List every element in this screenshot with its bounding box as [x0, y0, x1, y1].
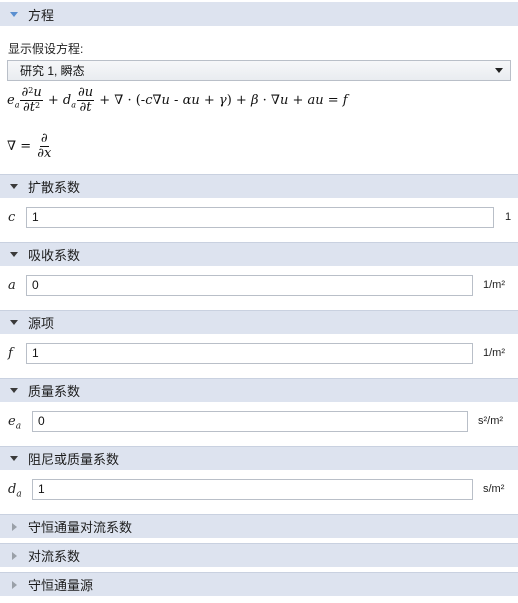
expand-arrow-icon: [0, 522, 28, 531]
mass-section-header[interactable]: 质量系数: [0, 378, 518, 402]
collapse-arrow-icon: [0, 184, 28, 189]
diffusion-section-header[interactable]: 扩散系数: [0, 174, 518, 198]
equation-section-header[interactable]: 方程: [0, 2, 518, 26]
damping-section-header[interactable]: 阻尼或质量系数: [0, 446, 518, 470]
section-title: 守恒通量源: [28, 578, 94, 593]
section-title: 阻尼或质量系数: [28, 452, 120, 467]
damping-unit: s/m²: [483, 483, 505, 495]
collapse-arrow-icon: [0, 320, 28, 325]
section-title: 扩散系数: [28, 180, 81, 195]
source-row: f 1 1/m²: [0, 334, 518, 378]
equation-panel: 显示假设方程: 研究 1, 瞬态 ea ∂2u ∂t2 + da ∂u ∂t + ∇ ·…: [0, 28, 518, 174]
section-title: 守恒通量对流系数: [28, 520, 133, 535]
section-title: 质量系数: [28, 384, 81, 399]
section-title: 方程: [28, 7, 55, 23]
section-title: 源项: [28, 316, 55, 331]
diffusion-row: c 1 1: [0, 198, 518, 242]
collapse-arrow-icon: [0, 456, 28, 461]
source-section-header[interactable]: 源项: [0, 310, 518, 334]
mass-unit: s²/m²: [478, 415, 504, 427]
diffusion-unit: 1: [505, 211, 512, 223]
nabla-equation: ∇ = ∂ ∂x: [7, 131, 52, 161]
show-equation-label: 显示假设方程:: [8, 42, 84, 56]
expand-arrow-icon: [0, 551, 28, 560]
absorption-unit: 1/m²: [483, 279, 505, 291]
study-selected-value: 研究 1, 瞬态: [20, 64, 85, 78]
main-equation: ea ∂2u ∂t2 + da ∂u ∂t + ∇ · (-c∇u - αu + γ) …: [7, 85, 348, 115]
collapse-arrow-icon: [0, 252, 28, 257]
section-title: 对流系数: [28, 549, 81, 564]
absorption-input[interactable]: 0: [26, 275, 473, 296]
convection-section-header[interactable]: 对流系数: [0, 543, 518, 567]
diffusion-input[interactable]: 1: [26, 207, 494, 228]
section-title: 吸收系数: [28, 248, 81, 263]
damping-symbol: da: [8, 482, 22, 500]
damping-input[interactable]: 1: [32, 479, 473, 500]
source-symbol: f: [8, 346, 13, 361]
expand-arrow-icon: [0, 580, 28, 589]
absorption-row: a 0 1/m²: [0, 266, 518, 310]
source-unit: 1/m²: [483, 347, 505, 359]
mass-input[interactable]: 0: [32, 411, 468, 432]
conservative-flux-source-section-header[interactable]: 守恒通量源: [0, 572, 518, 596]
source-input[interactable]: 1: [26, 343, 473, 364]
collapse-arrow-icon: [0, 388, 28, 393]
damping-row: da 1 s/m²: [0, 470, 518, 514]
mass-row: ea 0 s²/m²: [0, 402, 518, 446]
expand-arrow-icon: [0, 11, 28, 17]
study-select[interactable]: 研究 1, 瞬态: [7, 60, 511, 81]
conservative-flux-convection-section-header[interactable]: 守恒通量对流系数: [0, 514, 518, 538]
absorption-symbol: a: [8, 278, 16, 293]
diffusion-symbol: c: [8, 210, 16, 225]
chevron-down-icon: [495, 68, 503, 73]
absorption-section-header[interactable]: 吸收系数: [0, 242, 518, 266]
mass-symbol: ea: [8, 414, 22, 432]
